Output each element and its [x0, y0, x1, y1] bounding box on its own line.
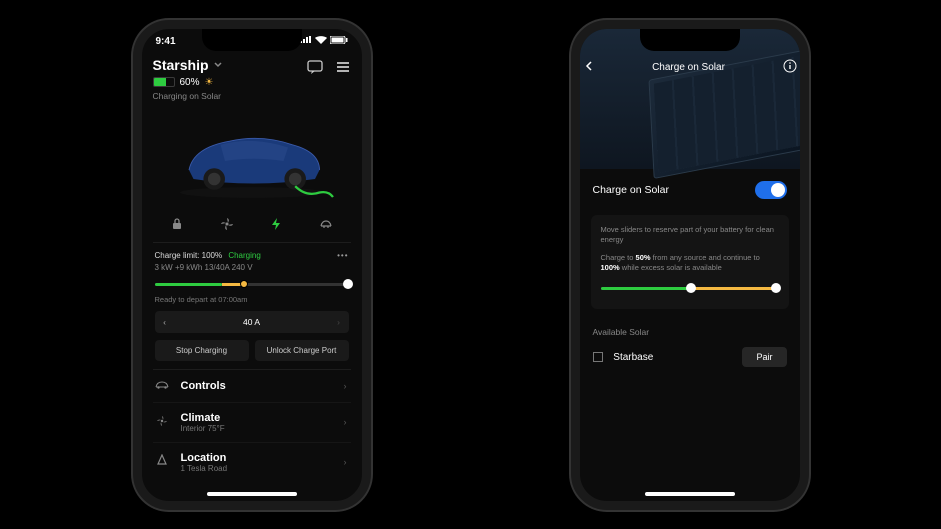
slider-thumb-min[interactable]	[686, 283, 696, 293]
amps-value: 40 A	[175, 317, 329, 327]
home-indicator[interactable]	[645, 492, 735, 496]
home-indicator[interactable]	[207, 492, 297, 496]
amps-decrease[interactable]: ‹	[155, 317, 175, 327]
charge-stats: 3 kW +9 kWh 13/40A 240 V	[155, 263, 349, 272]
available-solar-label: Available Solar	[593, 327, 789, 337]
bolt-icon[interactable]	[269, 217, 283, 234]
info-text-1: Move sliders to reserve part of your bat…	[601, 225, 779, 245]
powerwall-icon	[593, 352, 603, 362]
slider-info-box: Move sliders to reserve part of your bat…	[591, 215, 789, 310]
lock-icon[interactable]	[170, 217, 184, 234]
page-title: Charge on Solar	[595, 62, 783, 73]
stop-charging-button[interactable]: Stop Charging	[155, 340, 249, 361]
charge-status-text: Charging on Solar	[153, 91, 223, 101]
chevron-right-icon: ›	[344, 381, 347, 391]
menu-controls[interactable]: Controls ›	[153, 370, 351, 403]
slider-limit-thumb[interactable]	[343, 279, 353, 289]
slider-thumb-max[interactable]	[771, 283, 781, 293]
charge-limit-slider[interactable]	[155, 280, 349, 290]
notch	[640, 29, 740, 51]
fan-icon[interactable]	[220, 217, 234, 234]
frunk-icon[interactable]	[319, 217, 333, 234]
battery-percent: 60%	[180, 77, 200, 88]
solar-reserve-slider[interactable]	[601, 283, 779, 295]
unlock-port-button[interactable]: Unlock Charge Port	[255, 340, 349, 361]
menu-climate[interactable]: Climate Interior 75°F ›	[153, 403, 351, 443]
phone-right: . Charge on Solar Charge on Solar	[571, 20, 809, 510]
chevron-down-icon	[213, 60, 223, 70]
charge-limit-label: Charge limit: 100%	[155, 251, 223, 260]
toggle-label: Charge on Solar	[593, 184, 669, 196]
amps-stepper: ‹ 40 A ›	[155, 311, 349, 333]
menu-controls-label: Controls	[181, 380, 226, 392]
chevron-right-icon: ›	[344, 457, 347, 467]
notch	[202, 29, 302, 51]
charge-panel: Charge limit: 100% Charging ••• 3 kW +9 …	[153, 243, 351, 370]
menu-location-sub: 1 Tesla Road	[181, 464, 228, 473]
phone-left: 9:41 Starship 60% ☀ Charging on Solar	[133, 20, 371, 510]
menu-climate-label: Climate	[181, 412, 225, 424]
charge-on-solar-toggle-row: Charge on Solar	[591, 169, 789, 211]
vehicle-header: Starship 60% ☀ Charging on Solar	[153, 57, 351, 101]
page-header: Charge on Solar	[580, 59, 800, 76]
ready-message: Ready to depart at 07:00am	[155, 295, 349, 304]
car-icon	[153, 379, 171, 393]
vehicle-name: Starship	[153, 57, 209, 73]
sun-icon: ☀	[205, 77, 214, 88]
status-time: 9:41	[156, 36, 176, 47]
battery-row: 60% ☀	[153, 77, 223, 88]
vehicle-image	[153, 103, 351, 211]
pair-button[interactable]: Pair	[742, 347, 786, 367]
menu-location-label: Location	[181, 452, 228, 464]
charge-state: Charging	[228, 251, 260, 260]
powerwall-name: Starbase	[613, 352, 653, 363]
info-text-2: Charge to 50% from any source and contin…	[601, 253, 779, 273]
chevron-right-icon: ›	[344, 417, 347, 427]
charge-on-solar-toggle[interactable]	[755, 181, 787, 199]
quick-action-bar	[153, 211, 351, 243]
info-icon[interactable]	[783, 59, 797, 76]
amps-increase[interactable]: ›	[329, 317, 349, 327]
status-icons	[300, 36, 348, 44]
location-icon	[153, 454, 171, 471]
fan-icon	[153, 414, 171, 431]
menu-location[interactable]: Location 1 Tesla Road ›	[153, 443, 351, 482]
battery-icon	[153, 77, 175, 87]
menu-climate-sub: Interior 75°F	[181, 424, 225, 433]
back-button[interactable]	[583, 60, 595, 75]
vehicle-selector[interactable]: Starship	[153, 57, 223, 73]
menu-icon[interactable]	[335, 59, 351, 80]
slider-solar-thumb[interactable]	[240, 280, 248, 288]
more-icon[interactable]: •••	[337, 251, 348, 260]
powerwall-row: Starbase Pair	[591, 345, 789, 369]
message-icon[interactable]	[307, 59, 323, 80]
